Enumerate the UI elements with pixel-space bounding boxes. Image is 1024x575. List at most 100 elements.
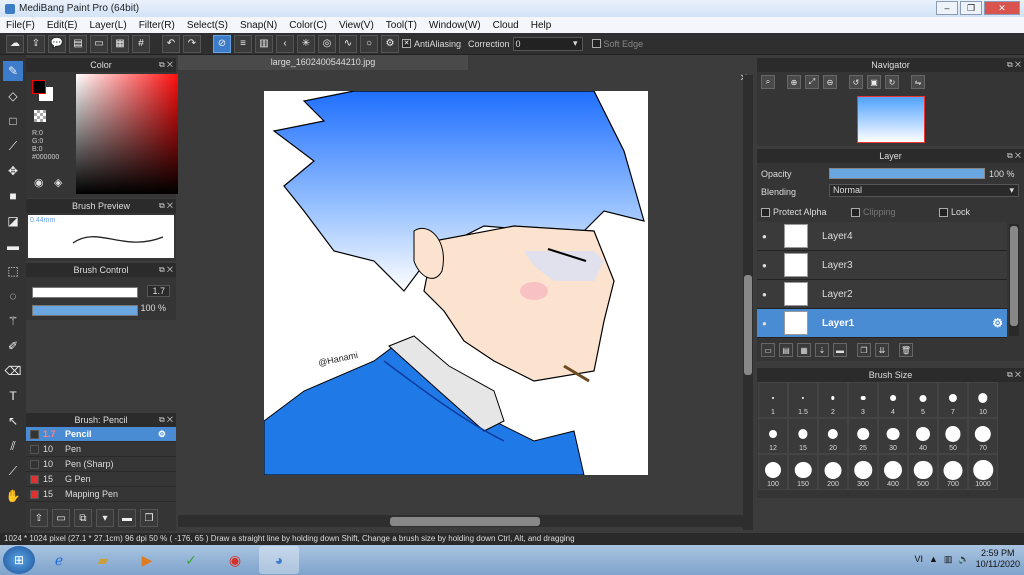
menu-layer[interactable]: Layer(L) — [83, 20, 132, 31]
vanishing-snap-icon[interactable]: ‹ — [276, 34, 294, 53]
new-halftone-layer-icon[interactable]: ▤ — [779, 343, 793, 357]
duplicate-layer-icon[interactable]: ❐ — [857, 343, 871, 357]
soft-edge-checkbox[interactable] — [591, 39, 601, 48]
medibang-taskbar-icon[interactable]: ◕ — [259, 546, 299, 574]
folder-icon[interactable]: ▬ — [833, 343, 847, 357]
new-1bit-layer-icon[interactable]: ▦ — [797, 343, 811, 357]
new-layer-icon[interactable]: ▭ — [761, 343, 775, 357]
menu-select[interactable]: Select(S) — [181, 20, 234, 31]
layer-row[interactable]: ● Layer1 ⚙ — [757, 309, 1007, 338]
add-layer-menu-icon[interactable]: ⇣ — [815, 343, 829, 357]
brush-size-cell[interactable]: 10 — [968, 382, 998, 418]
brush-size-cell[interactable]: 1.5 — [788, 382, 818, 418]
language-indicator[interactable]: VI — [914, 554, 923, 564]
layer-opacity-slider[interactable] — [829, 168, 985, 179]
file-explorer-icon[interactable]: ▰ — [83, 546, 123, 574]
protect-alpha-checkbox[interactable] — [761, 207, 770, 217]
antialiasing-checkbox[interactable]: ✕ — [402, 39, 411, 48]
duplicate-icon[interactable]: ❐ — [140, 509, 158, 527]
restore-button[interactable]: ❐ — [960, 1, 982, 15]
menu-tool[interactable]: Tool(T) — [380, 20, 423, 31]
brush-item[interactable]: 10 Pen — [26, 442, 176, 457]
brush-size-cell[interactable]: 300 — [848, 454, 878, 490]
clock[interactable]: 2:59 PM 10/11/2020 — [976, 548, 1020, 570]
menu-edit[interactable]: Edit(E) — [41, 20, 84, 31]
settings-snap-icon[interactable]: ⚙ — [381, 34, 399, 53]
curve-snap-icon[interactable]: ∿ — [339, 34, 357, 53]
brush-size-cell[interactable]: 400 — [878, 454, 908, 490]
menu-color[interactable]: Color(C) — [283, 20, 333, 31]
close-button[interactable]: ✕ — [984, 1, 1020, 15]
brush-size-cell[interactable]: 100 — [758, 454, 788, 490]
brush-size-cell[interactable]: 20 — [818, 418, 848, 454]
app-icon[interactable]: ✓ — [171, 546, 211, 574]
layer-scrollbar[interactable] — [1009, 224, 1019, 336]
menu-file[interactable]: File(F) — [0, 20, 41, 31]
merge-down-icon[interactable]: ⇊ — [875, 343, 889, 357]
brush-item[interactable]: 15 G Pen — [26, 472, 176, 487]
panel-popout-icon[interactable]: ⧉ ✕ — [1007, 368, 1021, 382]
zoom-out-icon[interactable]: ⊖ — [823, 75, 837, 89]
rotate-left-icon[interactable]: ↺ — [849, 75, 863, 89]
new-brush-icon[interactable]: ▭ — [52, 509, 70, 527]
select-pen-tool-icon[interactable]: ✐ — [3, 336, 23, 356]
lock-checkbox[interactable] — [939, 207, 948, 217]
transparent-swatch[interactable] — [34, 110, 46, 122]
copy-brush-icon[interactable]: ⧉ — [74, 509, 92, 527]
brush-size-cell[interactable]: 7 — [938, 382, 968, 418]
network-icon[interactable]: ▥ — [944, 554, 953, 565]
fill-rect-tool-icon[interactable]: ■ — [3, 186, 23, 206]
comment-list-icon[interactable]: ▤ — [69, 34, 87, 53]
folder-icon[interactable]: ▬ — [118, 509, 136, 527]
color-wheel-icon[interactable]: ◉ — [34, 176, 44, 189]
layer-row[interactable]: ● Layer2 — [757, 280, 1007, 309]
cloud-icon[interactable]: ☁ — [6, 34, 24, 53]
radial-snap-icon[interactable]: ✳ — [297, 34, 315, 53]
hand-tool-icon[interactable]: ✋ — [3, 486, 23, 506]
select-eraser-tool-icon[interactable]: ⌫ — [3, 361, 23, 381]
artwork-canvas[interactable]: @Hanami — [264, 91, 648, 475]
visibility-icon[interactable]: ● — [762, 319, 774, 328]
zoom-fit-icon[interactable]: ⌕ — [761, 75, 775, 89]
brush-size-slider[interactable] — [32, 287, 138, 298]
menu-cloud[interactable]: Cloud — [487, 20, 525, 31]
brush-opacity-slider[interactable] — [32, 305, 138, 316]
panel-popout-icon[interactable]: ⧉ ✕ — [159, 199, 173, 213]
menu-window[interactable]: Window(W) — [423, 20, 487, 31]
volume-icon[interactable]: 🔈 — [958, 554, 969, 565]
palette-icon[interactable]: ◈ — [54, 176, 62, 189]
delete-layer-icon[interactable]: 🗑 — [899, 343, 913, 357]
navigator-thumbnail[interactable] — [857, 96, 925, 143]
brush-size-cell[interactable]: 200 — [818, 454, 848, 490]
brush-size-cell[interactable]: 500 — [908, 454, 938, 490]
brush-size-cell[interactable]: 1000 — [968, 454, 998, 490]
redo-icon[interactable]: ↷ — [183, 34, 201, 53]
comment-icon[interactable]: 💬 — [48, 34, 66, 53]
document-icon[interactable]: ▭ — [90, 34, 108, 53]
gear-icon[interactable]: ⚙ — [992, 316, 1003, 330]
brush-size-cell[interactable]: 5 — [908, 382, 938, 418]
brush-size-cell[interactable]: 3 — [848, 382, 878, 418]
clipping-checkbox[interactable] — [851, 207, 860, 217]
snap-off-icon[interactable]: ⊘ — [213, 34, 231, 53]
horizontal-scrollbar[interactable] — [178, 515, 743, 527]
flip-icon[interactable]: ⇋ — [911, 75, 925, 89]
cross-snap-icon[interactable]: ▥ — [255, 34, 273, 53]
rotate-right-icon[interactable]: ↻ — [885, 75, 899, 89]
brush-size-cell[interactable]: 1 — [758, 382, 788, 418]
grid-icon[interactable]: # — [132, 34, 150, 53]
media-player-icon[interactable]: ▶ — [127, 546, 167, 574]
menu-help[interactable]: Help — [525, 20, 558, 31]
brush-tool-icon[interactable]: ✎ — [3, 61, 23, 81]
panel-popout-icon[interactable]: ⧉ ✕ — [159, 58, 173, 72]
internet-explorer-icon[interactable]: ℯ — [39, 546, 79, 574]
chrome-icon[interactable]: ◉ — [215, 546, 255, 574]
text-tool-icon[interactable]: T — [3, 386, 23, 406]
document-tab[interactable]: large_1602400544210.jpg — [178, 55, 468, 70]
layer-scroll-thumb[interactable] — [1010, 226, 1018, 326]
brush-size-cell[interactable]: 15 — [788, 418, 818, 454]
minimize-button[interactable]: – — [936, 1, 958, 15]
operation-tool-icon[interactable]: ↖ — [3, 411, 23, 431]
zoom-in-icon[interactable]: ⊕ — [787, 75, 801, 89]
brush-size-cell[interactable]: 30 — [878, 418, 908, 454]
